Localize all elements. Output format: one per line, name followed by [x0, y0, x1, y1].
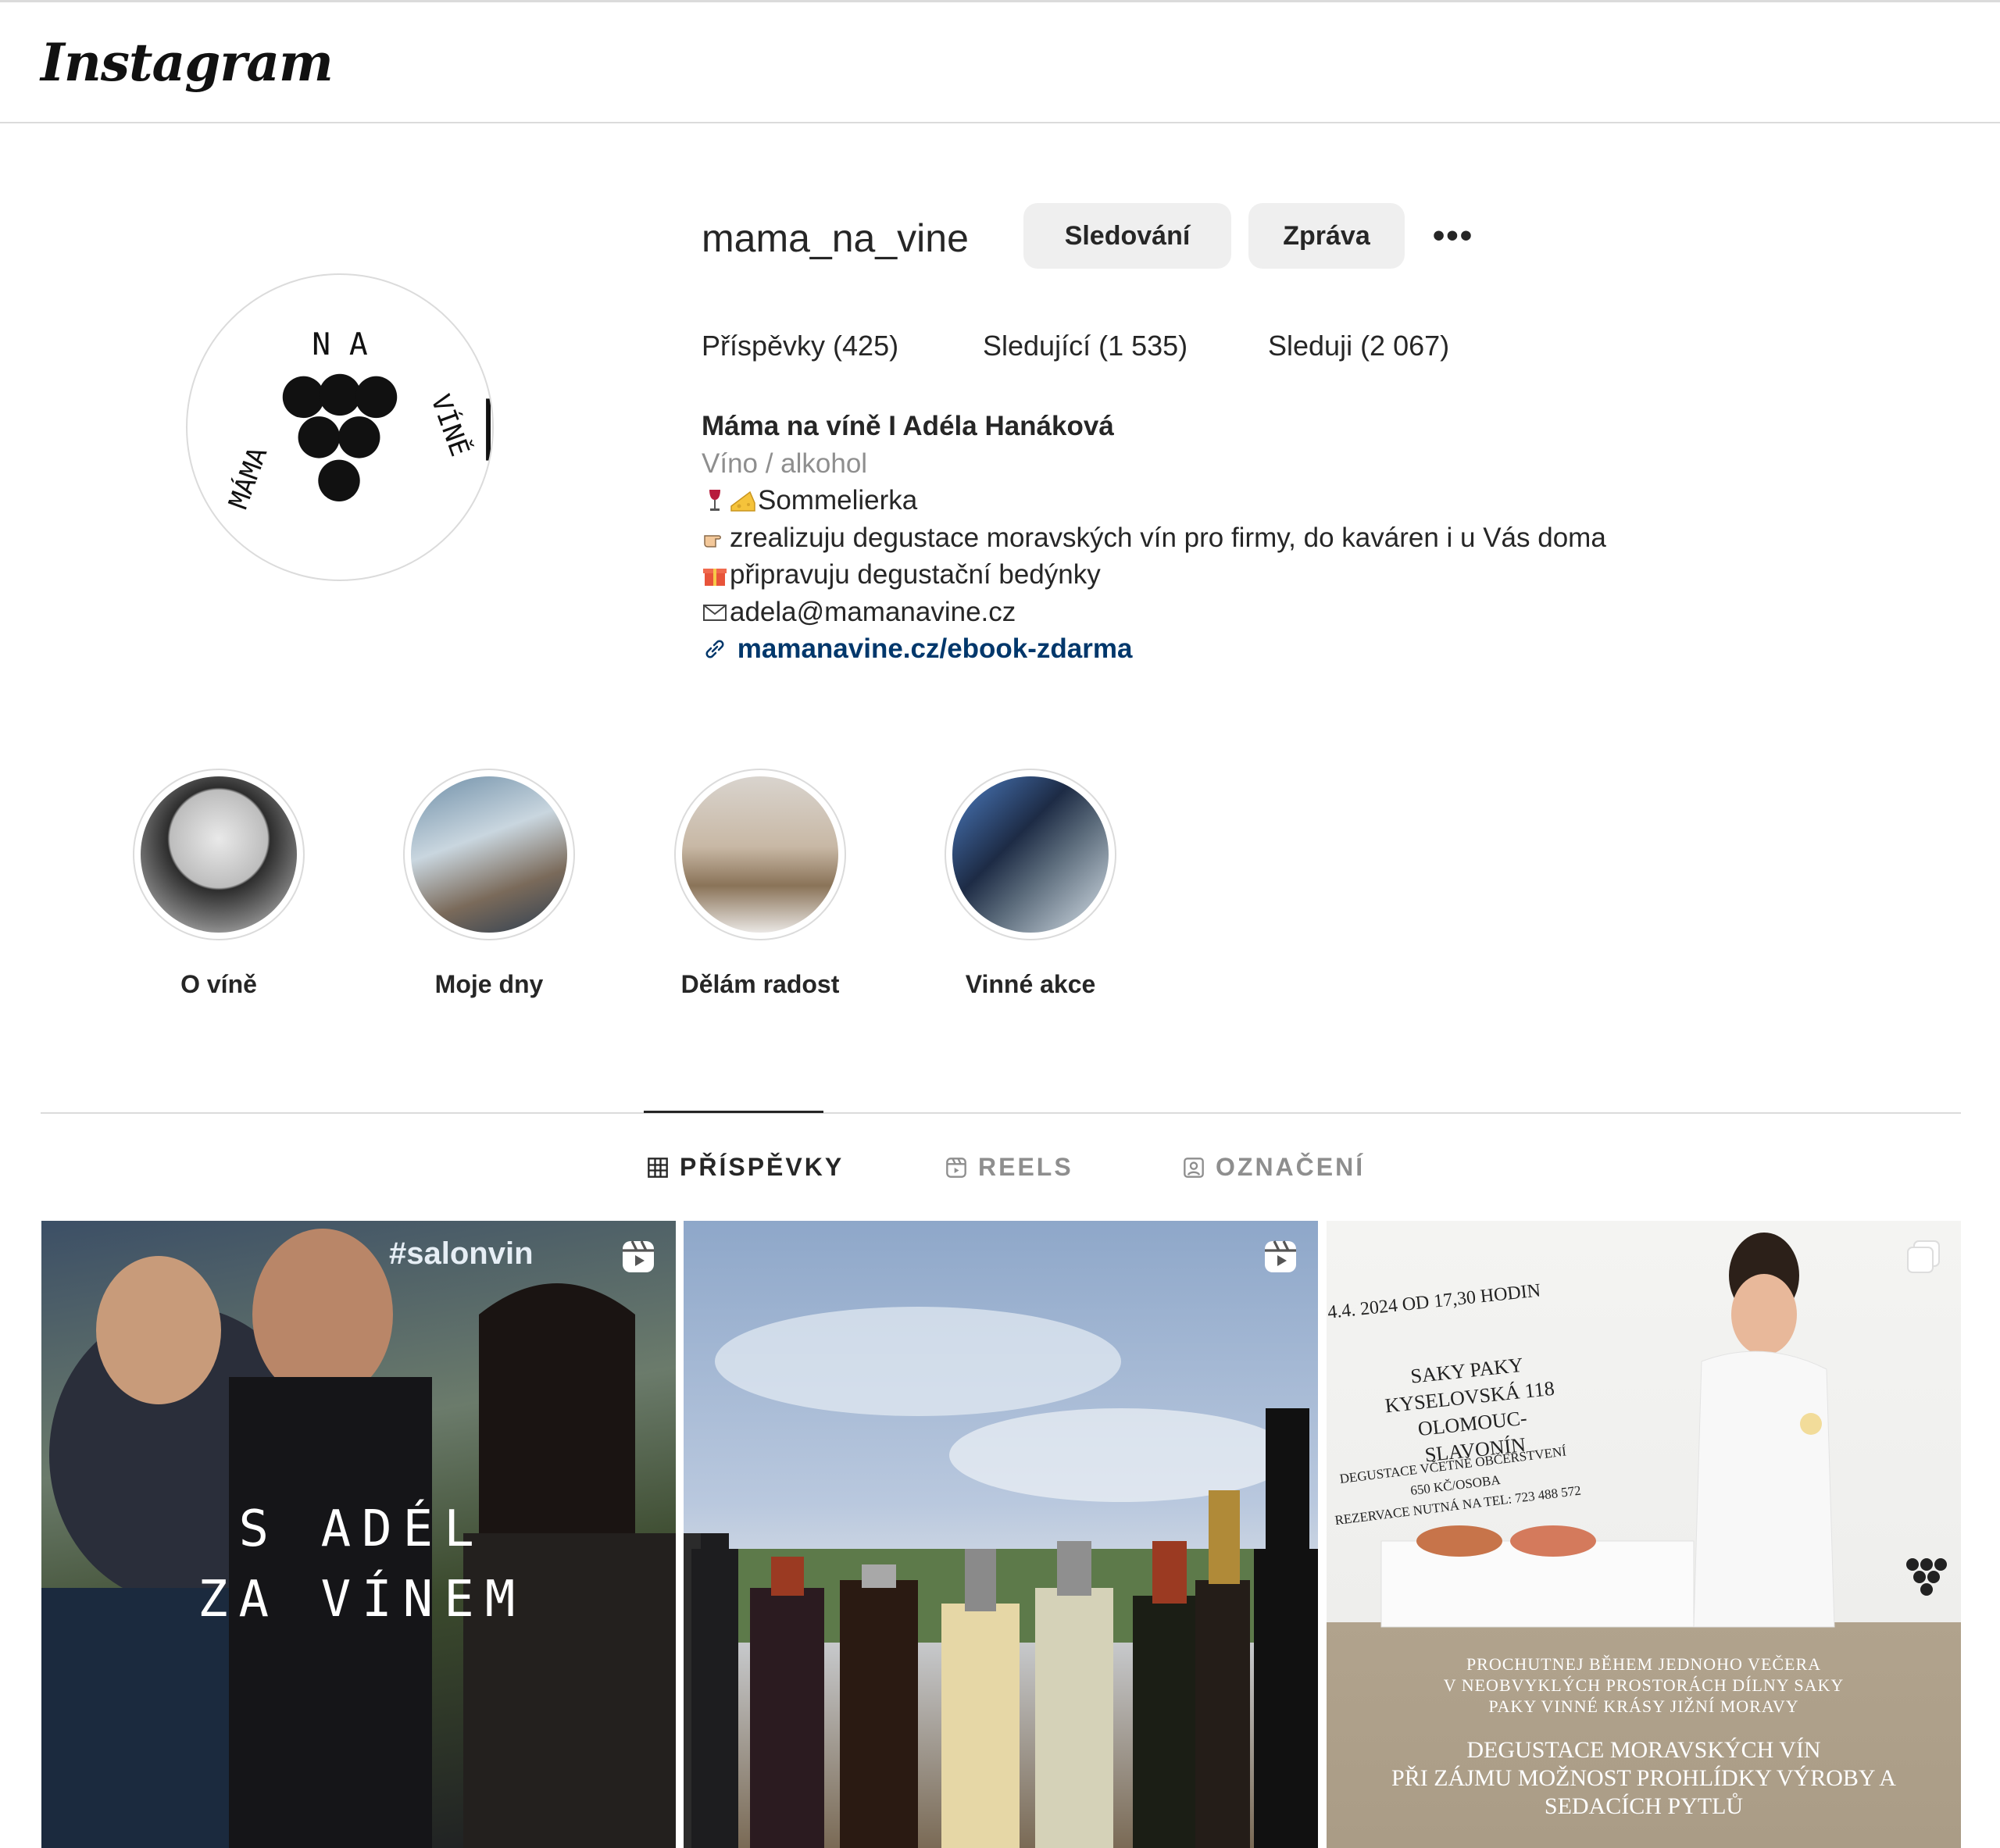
reels-icon: [946, 1157, 966, 1178]
post-tile[interactable]: 4.4. 2024 OD 17,30 HODIN SAKY PAKY KYSEL…: [1327, 1221, 1961, 1848]
profile-username: mama_na_vine: [702, 216, 969, 260]
highlight-cover: [141, 776, 297, 933]
highlight-label: Dělám radost: [680, 970, 840, 998]
tagged-icon: [1184, 1157, 1204, 1178]
profile-full-name: Máma na víně I Adéla Hanáková: [702, 411, 1114, 441]
following-button[interactable]: Sledování: [1023, 203, 1231, 269]
highlight-label: O víně: [180, 970, 257, 998]
tabs-divider: [41, 1112, 1961, 1114]
post-tile[interactable]: #salonvin S ADÉL ZA VÍNEM: [41, 1221, 676, 1848]
post-tile[interactable]: [684, 1221, 1318, 1848]
svg-text:MÁMA: MÁMA: [222, 443, 273, 513]
tab-reels[interactable]: REELS: [945, 1153, 1073, 1182]
following-count[interactable]: Sleduji (2 067): [1268, 330, 1449, 362]
grape-logo-icon: N A MÁMA VÍNĚ: [222, 326, 491, 513]
message-button[interactable]: Zpráva: [1248, 203, 1405, 269]
profile-avatar[interactable]: N A MÁMA VÍNĚ: [186, 273, 494, 581]
highlight-delam-radost[interactable]: Dělám radost: [674, 769, 846, 999]
wine-glass-icon: [709, 490, 720, 511]
svg-text:VÍNĚ: VÍNĚ: [425, 390, 476, 460]
post-image: [684, 1307, 1318, 1848]
highlight-vinne-akce[interactable]: Vinné akce: [945, 769, 1116, 999]
reel-badge-icon: [1265, 1240, 1296, 1272]
instagram-logo[interactable]: Instagram: [41, 32, 334, 93]
highlight-moje-dny[interactable]: Moje dny: [403, 769, 575, 999]
highlight-cover: [952, 776, 1109, 933]
bio-line: Sommelierka: [702, 482, 1606, 519]
envelope-icon: [703, 604, 727, 621]
top-bar: Instagram: [0, 0, 2000, 123]
active-tab-indicator: [644, 1111, 823, 1113]
more-options-icon[interactable]: •••: [1427, 211, 1480, 261]
pointing-hand-icon: [704, 534, 721, 548]
profile-bio: Máma na víně I Adéla Hanáková Víno / alk…: [702, 408, 1606, 668]
bio-link-row[interactable]: mamanavine.cz/ebook-zdarma: [702, 630, 1606, 668]
post-hashtag: #salonvin: [389, 1236, 534, 1271]
profile-category: Víno / alkohol: [702, 448, 868, 479]
tab-posts[interactable]: PŘÍSPĚVKY: [647, 1153, 844, 1182]
posts-count[interactable]: Příspěvky (425): [702, 330, 898, 362]
bio-line: připravuju degustační bedýnky: [702, 556, 1606, 594]
highlight-label: Vinné akce: [965, 970, 1096, 998]
cheese-icon: [730, 491, 755, 512]
bio-line: adela@mamanavine.cz: [702, 594, 1606, 631]
reel-badge-icon: [623, 1240, 654, 1272]
highlight-cover: [682, 776, 838, 933]
carousel-badge-icon: [1907, 1240, 1940, 1273]
gift-icon: [703, 569, 727, 586]
followers-count[interactable]: Sledující (1 535): [983, 330, 1188, 362]
highlight-cover: [411, 776, 567, 933]
svg-text:N A: N A: [312, 326, 368, 362]
link-icon: [705, 640, 724, 658]
tab-tagged[interactable]: OZNAČENÍ: [1183, 1153, 1365, 1182]
highlight-label: Moje dny: [434, 970, 544, 998]
grid-icon: [648, 1157, 668, 1178]
bio-line: zrealizuju degustace moravských vín pro …: [702, 519, 1606, 557]
post-title: S ADÉL ZA VÍNEM: [198, 1500, 527, 1629]
bio-link[interactable]: mamanavine.cz/ebook-zdarma: [738, 633, 1133, 664]
highlight-o-vine[interactable]: O víně: [133, 769, 305, 999]
